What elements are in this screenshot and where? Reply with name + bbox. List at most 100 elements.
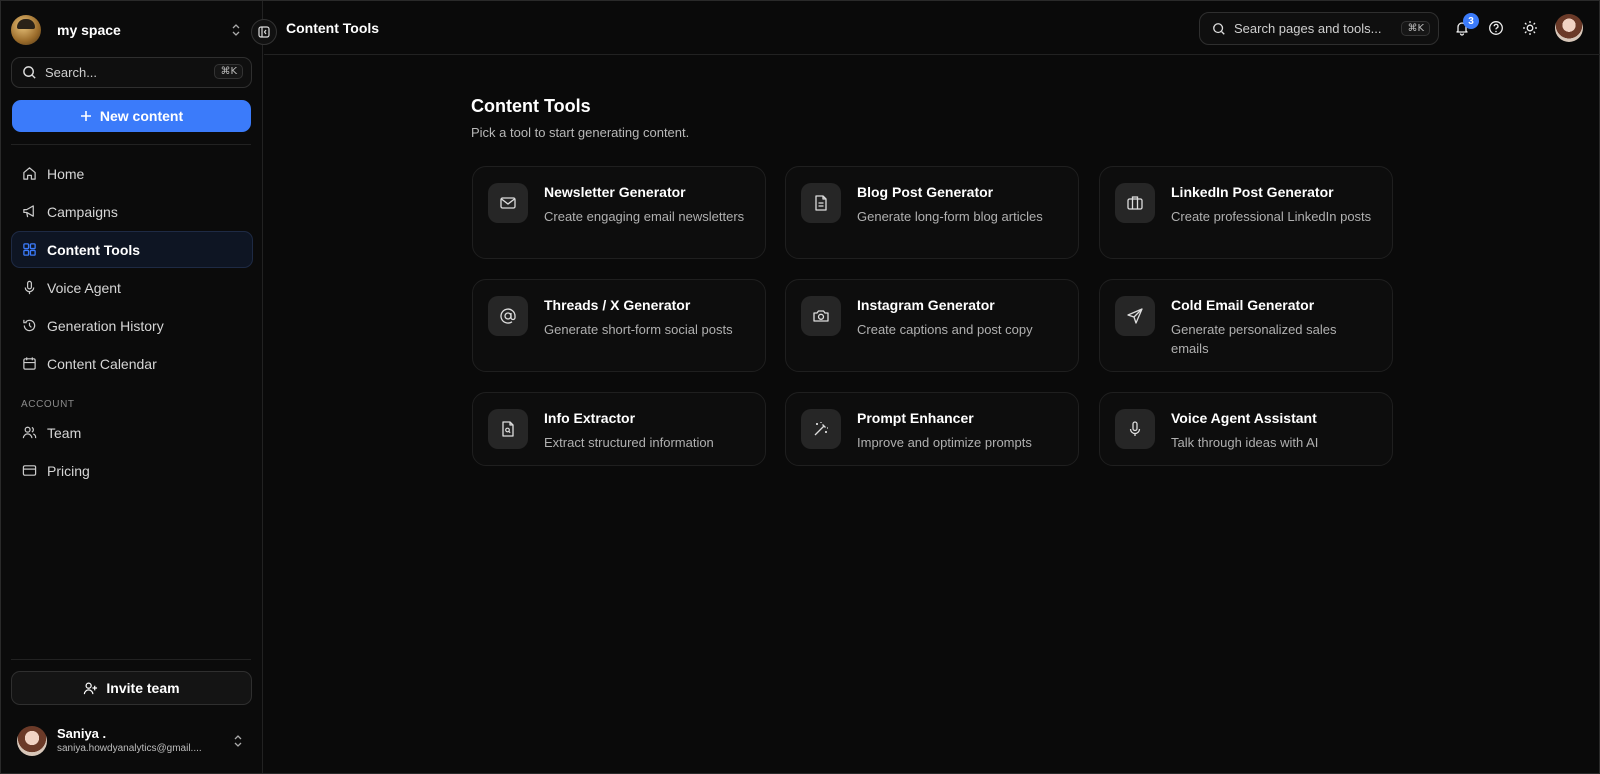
megaphone-icon <box>23 205 34 218</box>
invite-team-button[interactable]: Invite team <box>11 671 252 705</box>
credit-card-icon <box>22 465 37 476</box>
card-icon-box <box>801 296 841 336</box>
tool-card-prompt-enhancer[interactable]: Prompt Enhancer Improve and optimize pro… <box>785 392 1079 466</box>
sidebar-item-label: Home <box>47 165 85 182</box>
tool-description: Improve and optimize prompts <box>857 435 1032 450</box>
theme-toggle-button[interactable] <box>1520 18 1540 38</box>
sidebar-item-voice-agent[interactable]: Voice Agent <box>11 269 253 306</box>
calendar-icon <box>23 357 36 370</box>
camera-icon <box>813 310 829 322</box>
sidebar-search-placeholder: Search... <box>45 65 98 80</box>
users-icon <box>22 426 37 439</box>
sidebar-item-content-calendar[interactable]: Content Calendar <box>11 345 253 382</box>
tool-description: Talk through ideas with AI <box>1171 435 1319 450</box>
new-content-label: New content <box>99 108 184 124</box>
file-search-icon <box>502 421 514 437</box>
magic-wand-icon <box>814 422 828 436</box>
global-search-placeholder: Search pages and tools... <box>1234 21 1382 36</box>
account-section-label: ACCOUNT <box>21 399 75 410</box>
tool-card-instagram[interactable]: Instagram Generator Create captions and … <box>785 279 1079 372</box>
tool-title: Prompt Enhancer <box>857 410 974 426</box>
sidebar-toggle-icon <box>258 26 270 38</box>
new-content-button[interactable]: New content <box>12 100 251 132</box>
global-search[interactable]: Search pages and tools... ⌘K <box>1199 12 1439 45</box>
workspace-avatar <box>11 15 41 45</box>
avatar <box>17 726 47 756</box>
mic-icon <box>1129 421 1141 436</box>
card-icon-box <box>1115 296 1155 336</box>
sidebar-item-pricing[interactable]: Pricing <box>11 452 253 489</box>
tool-title: Cold Email Generator <box>1171 297 1315 313</box>
help-icon <box>1489 21 1503 35</box>
help-button[interactable] <box>1486 18 1506 38</box>
workspace-switcher[interactable]: my space <box>11 15 247 45</box>
tool-description: Create engaging email newsletters <box>544 209 745 224</box>
tool-title: Blog Post Generator <box>857 184 994 200</box>
tool-card-cold-email[interactable]: Cold Email Generator Generate personaliz… <box>1099 279 1393 372</box>
history-icon <box>23 319 36 332</box>
card-icon-box <box>488 409 528 449</box>
tool-card-voice-agent-assistant[interactable]: Voice Agent Assistant Talk through ideas… <box>1099 392 1393 466</box>
sidebar-item-label: Pricing <box>47 462 90 479</box>
at-icon <box>500 308 516 324</box>
tool-title: LinkedIn Post Generator <box>1171 184 1334 200</box>
tool-card-linkedin-post[interactable]: LinkedIn Post Generator Create professio… <box>1099 166 1393 259</box>
sidebar-item-label: Content Tools <box>47 241 141 258</box>
search-icon <box>23 66 36 79</box>
sidebar-item-content-tools[interactable]: Content Tools <box>11 231 253 268</box>
tool-description: Generate long-form blog articles <box>857 209 1043 224</box>
sidebar-item-generation-history[interactable]: Generation History <box>11 307 253 344</box>
tool-card-newsletter[interactable]: Newsletter Generator Create engaging ema… <box>472 166 766 259</box>
user-name: Saniya . <box>57 726 107 741</box>
grid-icon <box>23 243 36 256</box>
topbar: Content Tools Search pages and tools... … <box>264 1 1600 55</box>
content-subtitle: Pick a tool to start generating content. <box>471 125 690 140</box>
chevron-updown-icon <box>234 735 242 747</box>
document-icon <box>815 195 827 211</box>
page-title: Content Tools <box>286 20 380 36</box>
sidebar-item-home[interactable]: Home <box>11 155 253 192</box>
sidebar-nav: Home Campaigns Content Tools Voice Agent… <box>11 155 253 490</box>
tool-card-blog-post[interactable]: Blog Post Generator Generate long-form b… <box>785 166 1079 259</box>
user-menu[interactable]: Saniya . saniya.howdyanalytics@gmail.... <box>17 723 247 759</box>
chevron-updown-icon <box>232 24 240 36</box>
tool-card-threads-x[interactable]: Threads / X Generator Generate short-for… <box>472 279 766 372</box>
mic-icon <box>24 280 35 295</box>
sidebar-item-label: Campaigns <box>47 203 118 220</box>
search-shortcut: ⌘K <box>214 64 243 79</box>
sidebar-item-campaigns[interactable]: Campaigns <box>11 193 253 230</box>
sidebar-item-label: Team <box>47 424 82 441</box>
sidebar: my space Search... ⌘K New content Home C… <box>1 1 263 773</box>
tool-title: Voice Agent Assistant <box>1171 410 1317 426</box>
briefcase-icon <box>1127 196 1143 210</box>
search-shortcut: ⌘K <box>1401 21 1430 36</box>
tool-card-info-extractor[interactable]: Info Extractor Extract structured inform… <box>472 392 766 466</box>
sidebar-item-label: Generation History <box>47 317 164 334</box>
content-title: Content Tools <box>471 96 591 116</box>
card-icon-box <box>801 409 841 449</box>
invite-team-label: Invite team <box>106 680 180 696</box>
send-icon <box>1127 308 1143 324</box>
tool-description: Extract structured information <box>544 435 714 450</box>
tool-description: Generate personalized sales emails <box>1171 322 1337 356</box>
sidebar-item-label: Content Calendar <box>47 355 157 372</box>
sidebar-divider <box>11 144 251 145</box>
tool-description: Create captions and post copy <box>857 322 1033 337</box>
tool-title: Info Extractor <box>544 410 636 426</box>
home-icon <box>23 167 36 180</box>
collapse-sidebar-button[interactable] <box>251 19 277 45</box>
tool-title: Instagram Generator <box>857 297 995 313</box>
tool-description: Create professional LinkedIn posts <box>1171 209 1372 224</box>
search-icon <box>1213 22 1225 35</box>
card-icon-box <box>488 183 528 223</box>
plus-icon <box>80 111 91 121</box>
sidebar-footer-divider <box>11 659 251 660</box>
sidebar-search[interactable]: Search... ⌘K <box>11 57 252 88</box>
card-icon-box <box>801 183 841 223</box>
sidebar-item-team[interactable]: Team <box>11 414 253 451</box>
avatar[interactable] <box>1555 14 1583 42</box>
mail-icon <box>500 197 516 209</box>
tool-title: Newsletter Generator <box>544 184 686 200</box>
app-window: my space Search... ⌘K New content Home C… <box>0 0 1600 774</box>
sidebar-item-label: Voice Agent <box>47 279 121 296</box>
